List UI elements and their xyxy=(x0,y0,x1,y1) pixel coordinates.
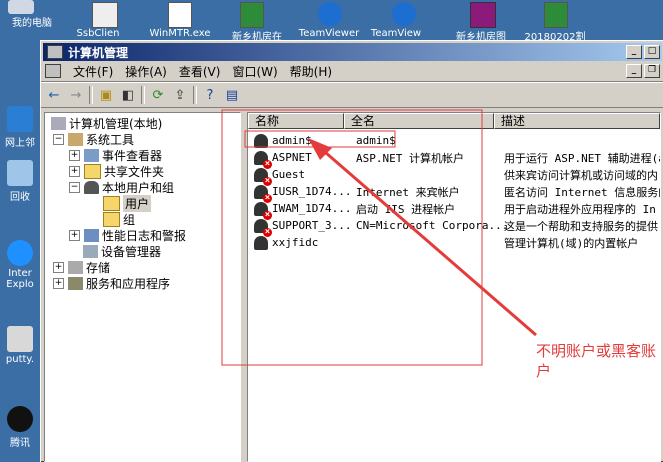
annotation-text: 不明账户或黑客账户 xyxy=(536,342,657,380)
annotation-overlay xyxy=(221,109,537,366)
annotation-arrow-line xyxy=(317,144,537,337)
annotation-outer-box xyxy=(221,109,483,366)
